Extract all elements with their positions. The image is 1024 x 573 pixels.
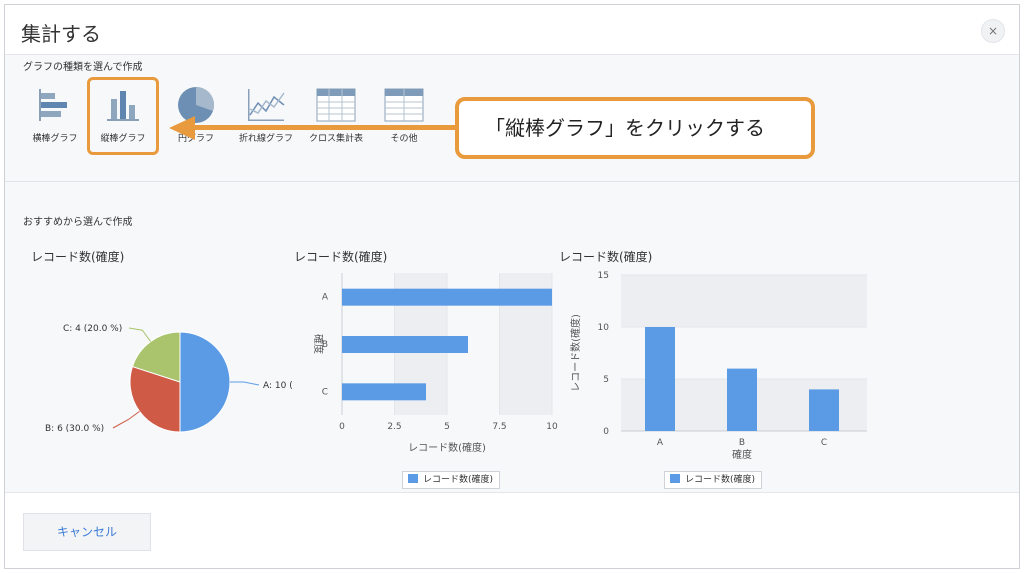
x-tick-label: B	[739, 438, 745, 448]
cross-table-icon	[316, 88, 356, 122]
x-tick-label: A	[657, 438, 664, 448]
pie-data-label: C: 4 (20.0 %)	[63, 324, 122, 334]
bar-a	[645, 327, 675, 431]
x-axis-title: レコード数(確度)	[408, 441, 486, 454]
pie-slice-a	[179, 331, 231, 433]
pie-leader-line	[112, 410, 140, 429]
recommend-section-label: おすすめから選んで作成	[23, 217, 133, 228]
cancel-button[interactable]: キャンセル	[23, 513, 151, 551]
section-divider	[5, 181, 1019, 182]
chart-type-label: その他	[390, 134, 418, 144]
dialog-footer: キャンセル	[5, 492, 1019, 568]
chart-type-label: 横棒グラフ	[32, 134, 78, 144]
vertical-bar-chart[interactable]: 0 5 10 15 A B C 確度 レコード数(確度)	[567, 267, 867, 463]
bar-c	[342, 383, 426, 401]
x-tick-label: 2.5	[387, 422, 401, 432]
bar-b	[342, 336, 468, 353]
x-tick-label: 0	[339, 422, 345, 432]
y-axis-title: レコード数(確度)	[569, 314, 582, 392]
chart-type-label: 折れ線グラフ	[238, 134, 293, 144]
vbar-legend[interactable]: レコード数(確度)	[664, 471, 763, 489]
close-button[interactable]: ×	[981, 19, 1005, 43]
legend-swatch	[408, 474, 418, 483]
pie-chart[interactable]: A: 10 ( B: 6 (30.0 %) C: 4 (20.0 %)	[35, 305, 295, 445]
dialog-title: 集計する	[21, 22, 101, 46]
bar-a	[342, 288, 552, 306]
callout-arrow-icon	[169, 116, 195, 140]
x-tick-label: 7.5	[492, 422, 506, 432]
bar-b	[727, 368, 757, 431]
chart-type-cross-table[interactable]: クロス集計表	[301, 85, 371, 157]
legend-label: レコード数(確度)	[423, 475, 494, 485]
callout-arrow-line	[193, 125, 455, 130]
hbar-chart-title: レコード数(確度)	[294, 250, 388, 264]
chart-type-vertical-bar[interactable]: 縦棒グラフ	[87, 77, 159, 155]
vertical-bar-chart-icon	[107, 91, 139, 121]
hbar-legend[interactable]: レコード数(確度)	[402, 471, 501, 489]
horizontal-bar-chart-icon	[39, 89, 67, 121]
dialog-header: 集計する ×	[5, 5, 1019, 55]
line-chart-icon	[248, 89, 285, 121]
grid-band	[621, 275, 867, 327]
pie-leader-line	[128, 327, 152, 342]
chart-type-other[interactable]: その他	[369, 85, 439, 157]
chart-type-label: 縦棒グラフ	[100, 134, 146, 144]
pie-data-label: A: 10 (	[263, 381, 293, 391]
x-axis-title: 確度	[732, 448, 752, 461]
horizontal-bar-chart[interactable]: 0 2.5 5 7.5 10ABCレコード数(確度)確度	[291, 269, 561, 461]
pie-leader-line	[230, 381, 260, 386]
y-tick-label: 15	[598, 271, 609, 281]
chart-type-label: クロス集計表	[308, 134, 363, 144]
instruction-callout: 「縦棒グラフ」をクリックする	[455, 97, 815, 159]
legend-swatch	[670, 474, 680, 483]
chart-type-horizontal-bar[interactable]: 横棒グラフ	[20, 85, 90, 157]
y-tick-label: 5	[603, 375, 609, 385]
chart-type-section-label: グラフの種類を選んで作成	[23, 62, 143, 73]
chart-type-line[interactable]: 折れ線グラフ	[231, 85, 301, 157]
bar-c	[809, 389, 839, 431]
x-tick-label: 10	[546, 422, 558, 432]
pie-chart-title: レコード数(確度)	[31, 250, 125, 264]
x-tick-label: 5	[444, 422, 450, 432]
legend-label: レコード数(確度)	[685, 475, 756, 485]
y-tick-label: 10	[598, 323, 610, 333]
pie-data-label: B: 6 (30.0 %)	[45, 424, 104, 434]
y-tick-label: A	[322, 293, 329, 303]
vbar-chart-title: レコード数(確度)	[559, 250, 653, 264]
y-axis-title: 確度	[312, 334, 325, 354]
other-table-icon	[384, 88, 424, 122]
y-tick-label: C	[322, 387, 328, 397]
y-tick-label: 0	[603, 427, 609, 437]
x-tick-label: C	[821, 438, 827, 448]
aggregate-dialog: 集計する × グラフの種類を選んで作成 横棒グラフ 縦棒グラフ 円グラフ 折れ線…	[4, 4, 1020, 569]
